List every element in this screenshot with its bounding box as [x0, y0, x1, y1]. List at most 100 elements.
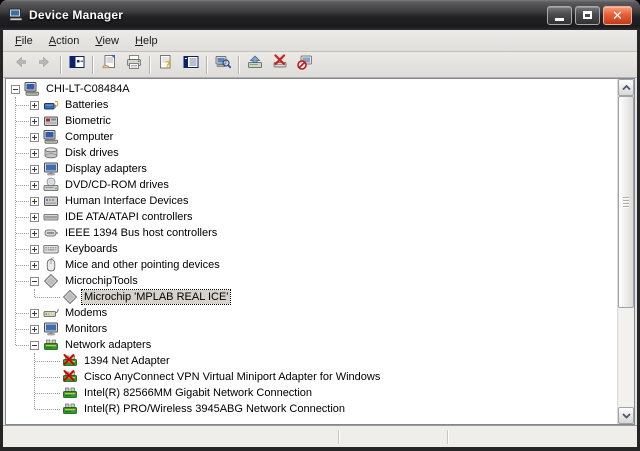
tree-item-label[interactable]: Computer — [63, 130, 115, 144]
collapse-expander-icon[interactable] — [11, 84, 20, 94]
tree-connector-line — [35, 377, 60, 378]
menu-file[interactable]: File — [7, 32, 41, 50]
tree-item-label[interactable]: Keyboards — [63, 242, 120, 256]
tree-item: Biometric — [6, 113, 617, 129]
tree-item-label[interactable]: 1394 Net Adapter — [82, 354, 172, 368]
uninstall-icon — [272, 54, 288, 75]
tree-item-label[interactable]: Mice and other pointing devices — [63, 258, 222, 272]
expand-expander-icon[interactable] — [30, 212, 39, 222]
tree-connector-line — [16, 329, 29, 330]
close-button[interactable]: ✕ — [603, 5, 632, 25]
expand-expander-icon[interactable] — [30, 324, 39, 334]
help-button[interactable]: ? — [153, 53, 178, 77]
scrollbar-gripper-icon — [623, 197, 629, 209]
tree-connector-line — [16, 105, 29, 106]
tree-item-label[interactable]: Human Interface Devices — [63, 194, 191, 208]
tree-connector-line — [16, 265, 29, 266]
menu-action[interactable]: Action — [41, 32, 88, 50]
computer-icon — [43, 129, 59, 145]
export-list-icon — [183, 54, 199, 75]
scroll-down-button[interactable] — [618, 407, 634, 424]
tree-item-label[interactable]: Disk drives — [63, 146, 121, 160]
expand-expander-icon[interactable] — [30, 100, 39, 110]
ieee1394-icon — [43, 225, 59, 241]
tree-item-label[interactable]: Network adapters — [63, 338, 153, 352]
expand-expander-icon[interactable] — [30, 228, 39, 238]
properties-button[interactable] — [96, 53, 121, 77]
scan-for-hardware-changes-button[interactable] — [210, 53, 235, 77]
modem-icon — [43, 305, 59, 321]
tree-connector-line — [16, 249, 29, 250]
update-driver-icon — [247, 54, 263, 75]
scroll-up-button[interactable] — [618, 79, 634, 96]
battery-icon — [43, 97, 59, 113]
tree-item: DVD/CD-ROM drives — [6, 177, 617, 193]
tree-item: Cisco AnyConnect VPN Virtual Miniport Ad… — [6, 369, 617, 385]
disable-button[interactable] — [292, 53, 317, 77]
status-bar-divider — [447, 430, 448, 444]
tree-item-label[interactable]: CHI-LT-C08484A — [44, 82, 132, 96]
expand-expander-icon[interactable] — [30, 196, 39, 206]
expand-expander-icon[interactable] — [30, 116, 39, 126]
update-driver-button[interactable] — [242, 53, 267, 77]
maximize-button[interactable] — [575, 5, 600, 25]
tree-item-label[interactable]: Intel(R) 82566MM Gigabit Network Connect… — [82, 386, 314, 400]
tree-connector-line — [35, 297, 60, 298]
tree-item-label[interactable]: DVD/CD-ROM drives — [63, 178, 171, 192]
expand-expander-icon[interactable] — [30, 132, 39, 142]
collapse-expander-icon[interactable] — [30, 276, 39, 286]
forward-arrow-icon — [37, 54, 53, 75]
tree-item-label[interactable]: Batteries — [63, 98, 110, 112]
tree-item: 1394 Net Adapter — [6, 353, 617, 369]
network-icon — [62, 401, 78, 417]
tree-item-label[interactable]: IEEE 1394 Bus host controllers — [63, 226, 219, 240]
expand-expander-icon[interactable] — [30, 164, 39, 174]
tree-connector-line — [35, 361, 60, 362]
expand-expander-icon[interactable] — [30, 180, 39, 190]
tree-item: MicrochipTools — [6, 273, 617, 289]
print-button[interactable] — [121, 53, 146, 77]
tree-connector-line — [16, 281, 29, 282]
tree-item-label[interactable]: Microchip 'MPLAB REAL ICE' — [80, 289, 232, 305]
toolbar: ? — [3, 52, 637, 78]
expand-expander-icon[interactable] — [30, 148, 39, 158]
tree-item-label[interactable]: MicrochipTools — [63, 274, 140, 288]
export-list-button[interactable] — [178, 53, 203, 77]
tree-item-label[interactable]: Display adapters — [63, 162, 149, 176]
tree-item-label[interactable]: IDE ATA/ATAPI controllers — [63, 210, 195, 224]
mouse-icon — [43, 257, 59, 273]
tree-item: Disk drives — [6, 145, 617, 161]
tree-item: Monitors — [6, 321, 617, 337]
collapse-expander-icon[interactable] — [30, 340, 39, 350]
tree-item-label[interactable]: Intel(R) PRO/Wireless 3945ABG Network Co… — [82, 402, 347, 416]
menu-view[interactable]: View — [87, 32, 127, 50]
svg-text:?: ? — [165, 60, 171, 70]
tree-item-label[interactable]: Cisco AnyConnect VPN Virtual Miniport Ad… — [82, 370, 382, 384]
expand-expander-icon[interactable] — [30, 308, 39, 318]
vertical-scrollbar[interactable] — [617, 79, 634, 424]
tree-item: Modems — [6, 305, 617, 321]
tree-connector-line — [35, 409, 60, 410]
uninstall-button[interactable] — [267, 53, 292, 77]
scrollbar-thumb[interactable] — [618, 96, 634, 308]
expand-expander-icon[interactable] — [30, 260, 39, 270]
menu-bar: File Action View Help — [3, 30, 637, 52]
tree-item: Intel(R) PRO/Wireless 3945ABG Network Co… — [6, 401, 617, 417]
menu-help[interactable]: Help — [127, 32, 166, 50]
tree-item-label[interactable]: Modems — [63, 306, 109, 320]
tree-item-label[interactable]: Monitors — [63, 322, 109, 336]
toolbar-separator — [92, 55, 93, 74]
network-icon — [43, 337, 59, 353]
status-bar-divider — [338, 430, 339, 444]
tree-item: Display adapters — [6, 161, 617, 177]
tree-item-label[interactable]: Biometric — [63, 114, 113, 128]
tree-item: Batteries — [6, 97, 617, 113]
title-bar[interactable]: Device Manager ✕ — [0, 0, 640, 30]
properties-icon — [101, 54, 117, 75]
scan-hardware-icon — [215, 54, 231, 75]
expand-expander-icon[interactable] — [30, 244, 39, 254]
minimize-icon — [555, 17, 564, 21]
status-bar — [3, 425, 637, 447]
show-console-tree-button[interactable] — [64, 53, 89, 77]
minimize-button[interactable] — [547, 5, 572, 25]
